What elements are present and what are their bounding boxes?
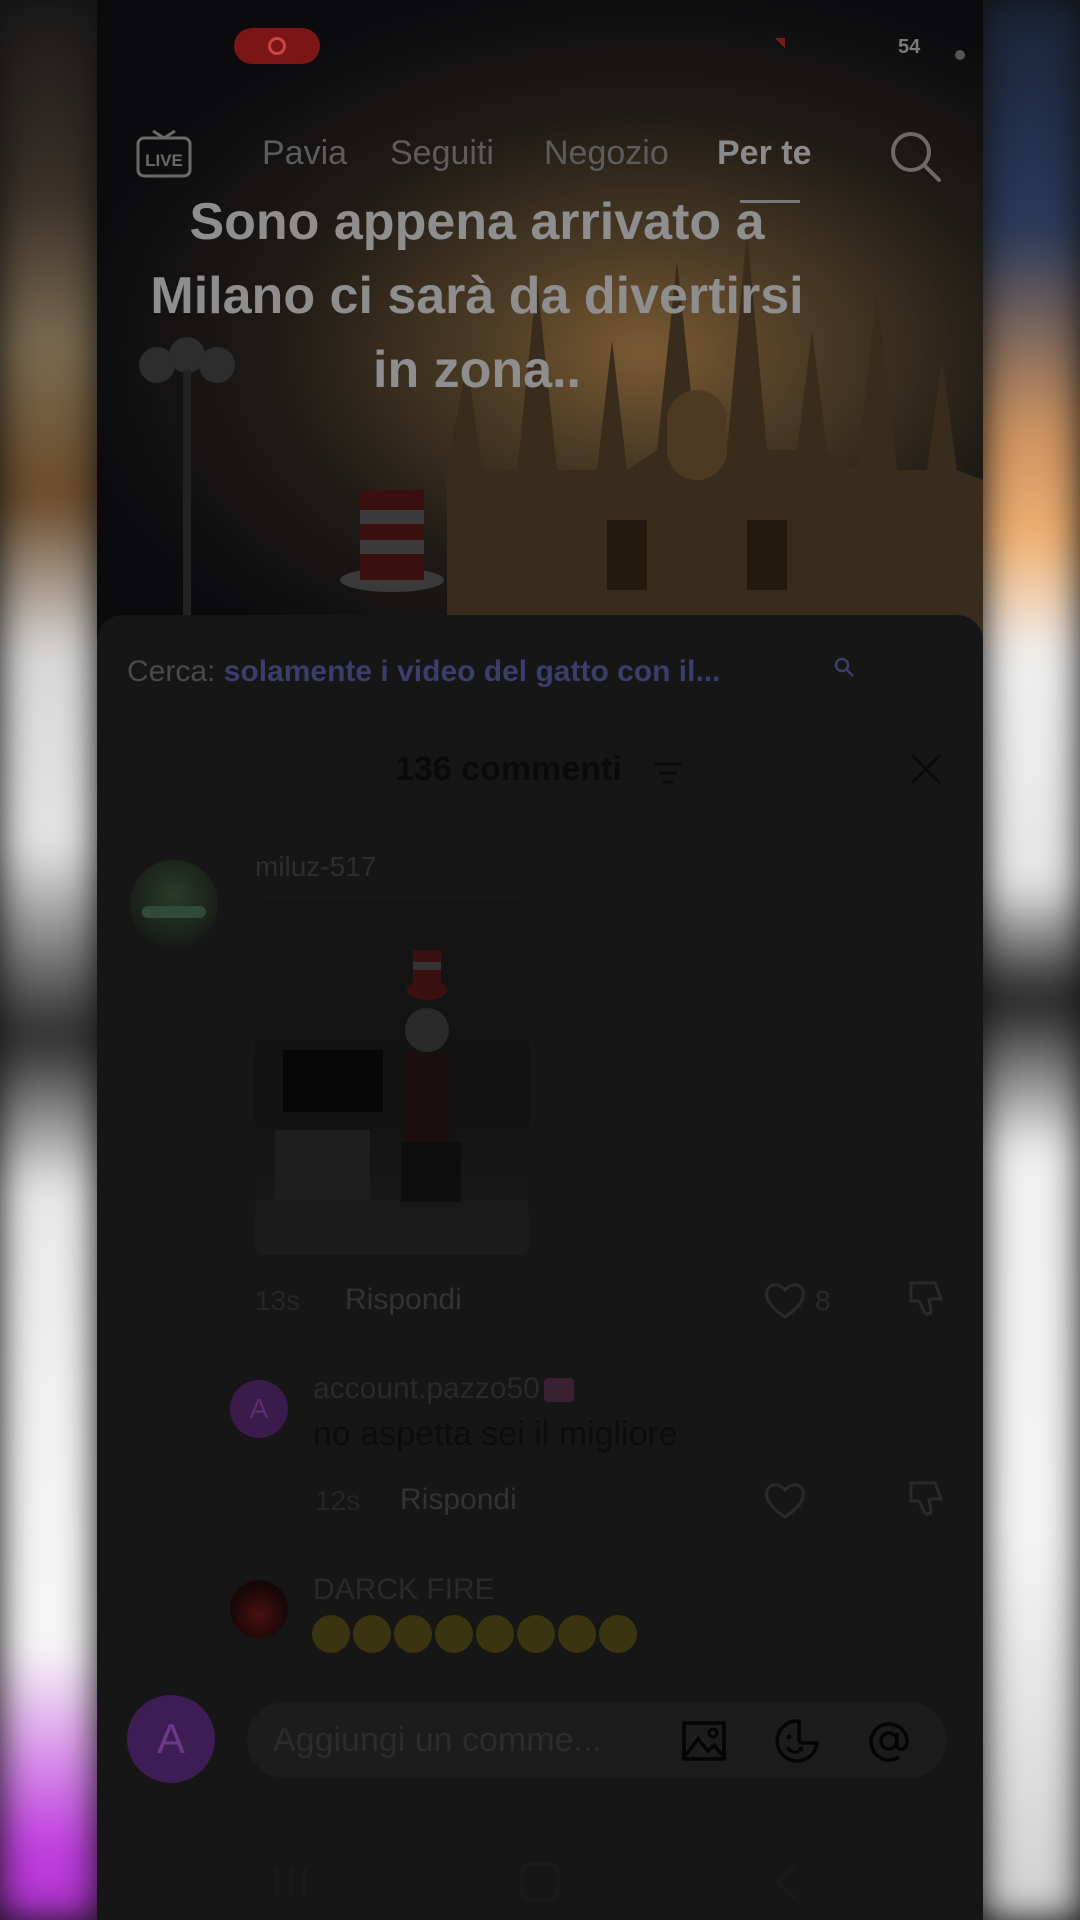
caption-line: in zona.. [373, 341, 581, 399]
search-suggestion-query: solamente i video del gatto con il... [223, 655, 721, 688]
image-icon[interactable] [680, 1717, 728, 1765]
emoji-reaction-row [312, 1615, 637, 1653]
svg-text:LIVE: LIVE [145, 151, 183, 170]
comment-count: 136 commenti [395, 750, 622, 788]
comments-sheet: Cerca: solamente i video del gatto con i… [97, 615, 983, 1920]
sticker-icon[interactable] [773, 1717, 821, 1765]
dislike-icon[interactable] [905, 1477, 949, 1521]
search-icon[interactable] [887, 128, 943, 184]
reply-time: 12s [315, 1485, 361, 1516]
phone-screen: 54 LIVE Pavia Seguiti Negozio Per te Son… [97, 0, 983, 1920]
reply-text: no aspetta sei il migliore [313, 1415, 678, 1453]
recents-icon[interactable] [267, 1860, 315, 1904]
comment-username[interactable]: miluz-517 [255, 851, 376, 883]
emoji-icon [394, 1615, 432, 1653]
filter-icon[interactable] [653, 760, 683, 786]
emoji-icon [353, 1615, 391, 1653]
heart-icon[interactable] [763, 1280, 807, 1320]
avatar[interactable] [130, 860, 218, 948]
blurred-background-right [983, 0, 1080, 1920]
reply-username-text: account.pazzo50 [313, 1372, 540, 1405]
notification-icon [775, 38, 785, 48]
search-icon[interactable] [832, 655, 856, 679]
tab-seguiti[interactable]: Seguiti [390, 134, 494, 173]
emoji-icon [599, 1615, 637, 1653]
dislike-icon[interactable] [905, 1277, 949, 1321]
caption-line: Sono appena arrivato a [189, 193, 765, 251]
record-icon [268, 37, 286, 55]
like-count: 8 [815, 1285, 831, 1316]
comment-input[interactable] [247, 1702, 947, 1778]
video-player[interactable]: 54 LIVE Pavia Seguiti Negozio Per te Son… [97, 0, 983, 640]
emoji-badge-icon [543, 1378, 574, 1403]
tab-negozio[interactable]: Negozio [544, 134, 669, 173]
top-navigation: LIVE Pavia Seguiti Negozio Per te [97, 128, 983, 203]
heart-icon[interactable] [763, 1480, 807, 1520]
video-caption: Sono appena arrivato a Milano ci sarà da… [97, 185, 857, 407]
back-icon[interactable] [763, 1860, 811, 1904]
caption-line: Milano ci sarà da divertirsi [150, 267, 804, 325]
reply-button[interactable]: Rispondi [345, 1283, 462, 1317]
emoji-icon [558, 1615, 596, 1653]
emoji-icon [476, 1615, 514, 1653]
screen-record-indicator [234, 28, 320, 64]
status-bar: 54 [97, 28, 983, 68]
battery-level: 54 [898, 36, 921, 58]
system-navigation-bar [97, 1830, 983, 1920]
tab-per-te[interactable]: Per te [717, 134, 812, 173]
blurred-background-left [0, 0, 97, 1920]
tab-pavia[interactable]: Pavia [262, 134, 347, 173]
search-suggestion-label: Cerca: [127, 655, 216, 688]
avatar[interactable] [230, 1580, 288, 1638]
avatar[interactable]: A [230, 1380, 288, 1438]
reply-username[interactable]: DARCK FIRE [313, 1573, 495, 1607]
signal-icon [955, 50, 965, 60]
avatar-letter: A [249, 1393, 269, 1424]
comment-input-bar: A [97, 1665, 983, 1805]
avatar[interactable]: A [127, 1695, 215, 1783]
comment-time: 13s [255, 1285, 301, 1316]
live-icon[interactable]: LIVE [135, 128, 193, 180]
mention-icon[interactable] [865, 1717, 913, 1765]
photo-content [275, 950, 461, 1202]
comments-header: 136 commenti [97, 750, 983, 800]
emoji-icon [312, 1615, 350, 1653]
emoji-icon [517, 1615, 555, 1653]
avatar-letter: A [156, 1715, 185, 1762]
search-suggestion[interactable]: Cerca: solamente i video del gatto con i… [127, 655, 720, 689]
close-icon[interactable] [909, 752, 943, 786]
reply-username[interactable]: account.pazzo50 [313, 1372, 574, 1406]
home-icon[interactable] [516, 1860, 564, 1904]
emoji-icon [435, 1615, 473, 1653]
striped-hat [340, 490, 444, 592]
reply-button[interactable]: Rispondi [400, 1483, 517, 1517]
comment-photo[interactable] [255, 900, 529, 1255]
